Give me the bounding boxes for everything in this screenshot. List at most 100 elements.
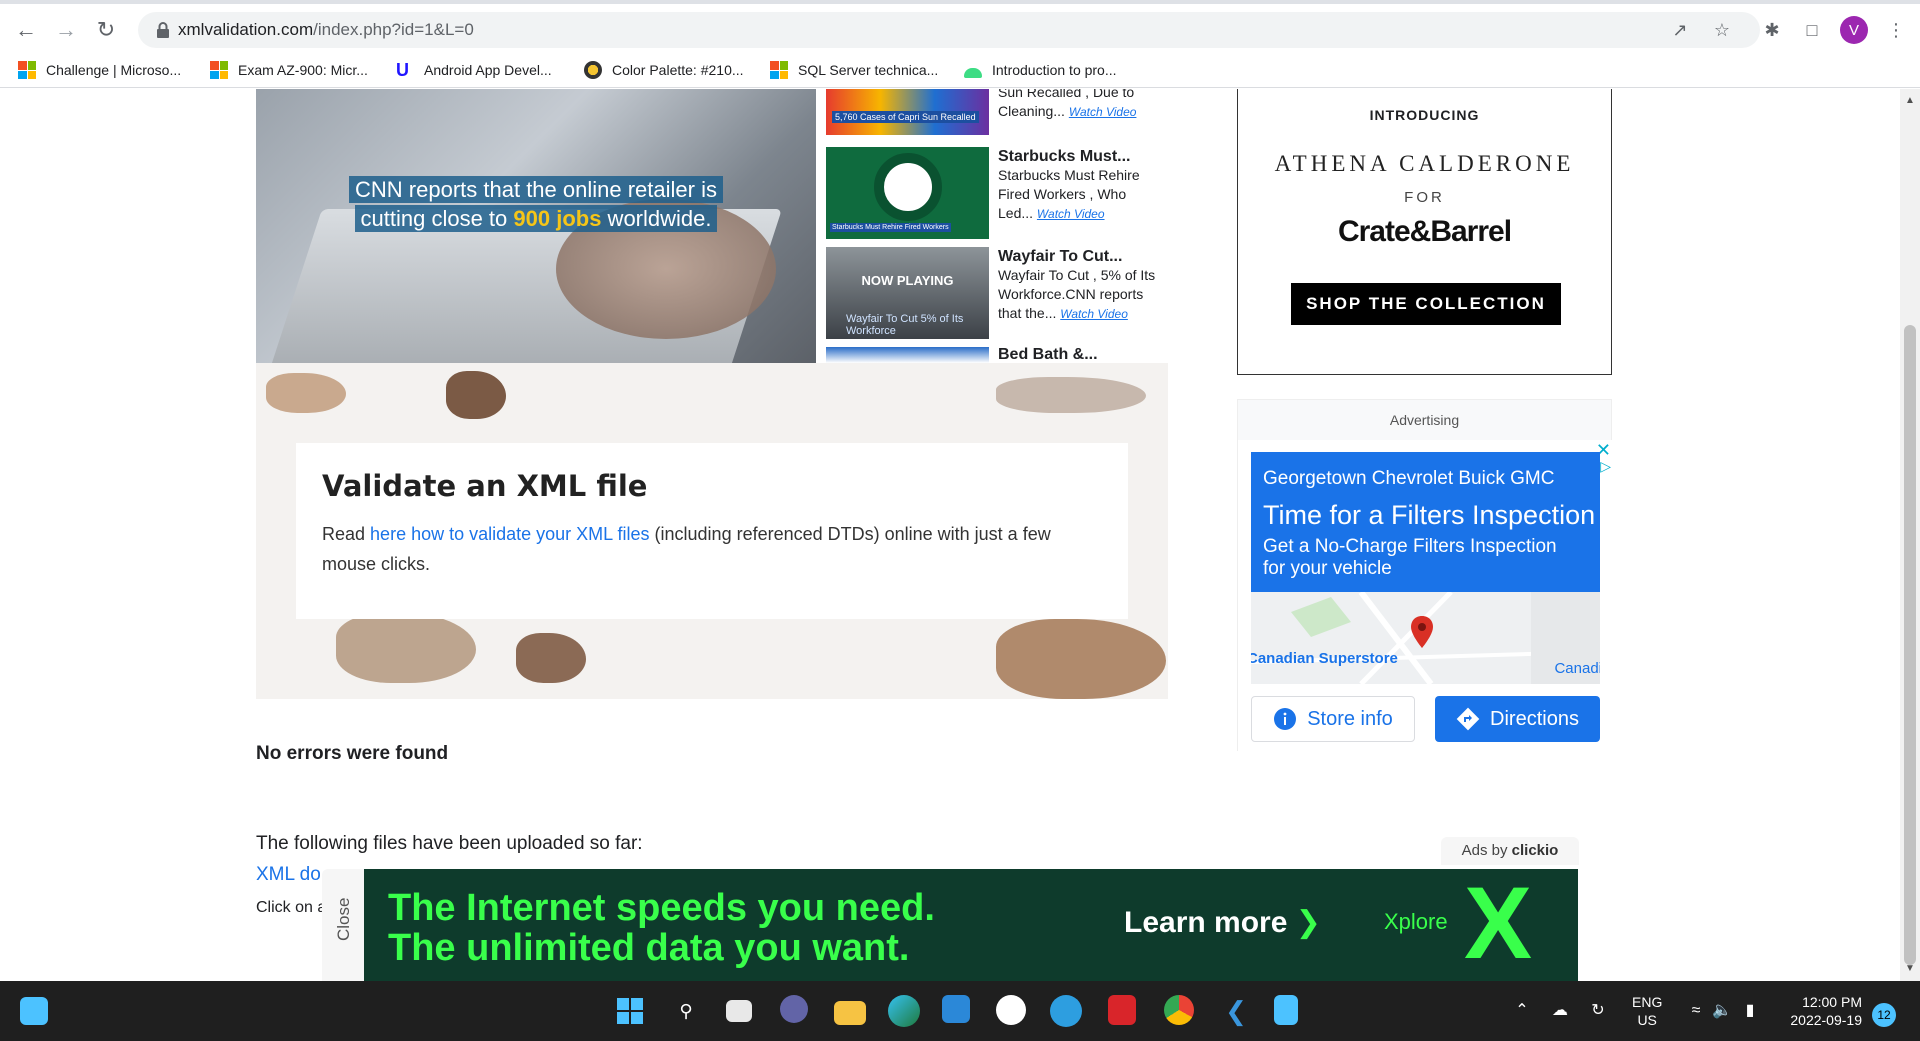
- app-icon[interactable]: [996, 995, 1026, 1025]
- chrome-icon[interactable]: [1164, 995, 1194, 1025]
- ad-description: Get a No-Charge Filters Inspection for y…: [1263, 536, 1557, 579]
- watch-video-link[interactable]: Watch Video: [1037, 207, 1105, 221]
- close-ad-button[interactable]: Close: [322, 869, 364, 981]
- watch-video-link[interactable]: Watch Video: [1060, 307, 1128, 321]
- learn-more-button[interactable]: Learn more ❯: [1124, 905, 1321, 940]
- notification-badge[interactable]: 12: [1872, 1003, 1896, 1027]
- playlist-text: Bed Bath &...: [998, 347, 1098, 363]
- microsoft-icon: [210, 61, 228, 79]
- back-icon[interactable]: ←: [10, 14, 42, 46]
- mcafee-icon[interactable]: [1108, 995, 1136, 1025]
- info-icon: [1274, 708, 1297, 730]
- page-title: Validate an XML file: [322, 469, 648, 503]
- watch-video-link[interactable]: Watch Video: [1069, 105, 1137, 119]
- profile-avatar[interactable]: V: [1840, 16, 1868, 44]
- decor-blob: [996, 619, 1166, 699]
- help-icon[interactable]: [1050, 995, 1082, 1027]
- ad-headline: Time for a Filters Inspection: [1263, 500, 1596, 530]
- xplore-logo: Xplore: [1384, 909, 1448, 934]
- close-label: Close: [334, 897, 353, 941]
- bookmark-item[interactable]: Color Palette: #210...: [584, 58, 744, 82]
- now-playing-label: NOW PLAYING: [861, 273, 954, 288]
- start-icon[interactable]: [614, 995, 646, 1027]
- playlist-item[interactable]: Starbucks Must Rehire Fired Workers Star…: [826, 147, 1166, 247]
- caption-line1: CNN reports that the online retailer is: [349, 176, 723, 203]
- map-label: Canadi: [1554, 660, 1600, 677]
- teams-chat-icon[interactable]: [780, 995, 808, 1023]
- bookmark-item[interactable]: Challenge | Microso...: [18, 58, 181, 82]
- bookmark-item[interactable]: Introduction to pro...: [964, 58, 1117, 82]
- reload-icon[interactable]: ↻: [90, 14, 122, 46]
- bookmark-label: Challenge | Microso...: [46, 62, 182, 78]
- page-content: CNN reports that the online retailer is …: [0, 89, 1900, 981]
- ad-map[interactable]: Canadian Superstore Canadi: [1251, 592, 1600, 684]
- how-to-link[interactable]: here how to validate your XML files: [370, 524, 649, 544]
- map-label: Canadian Superstore: [1251, 650, 1398, 667]
- bookmark-item[interactable]: Exam AZ-900: Micr...: [210, 58, 368, 82]
- video-player[interactable]: CNN reports that the online retailer is …: [256, 89, 816, 363]
- extensions-icon[interactable]: ✱: [1758, 16, 1786, 44]
- bookmark-label: Color Palette: #210...: [612, 62, 744, 78]
- directions-button[interactable]: Directions: [1435, 696, 1600, 742]
- gmc-ad-header[interactable]: Georgetown Chevrolet Buick GMC Time for …: [1251, 452, 1600, 592]
- crate-barrel-ad[interactable]: INTRODUCING ATHENA CALDERONE FOR Crate&B…: [1237, 89, 1612, 375]
- battery-icon[interactable]: ▮: [1738, 999, 1762, 1023]
- store-info-button[interactable]: Store info: [1251, 696, 1415, 742]
- xplore-banner-ad[interactable]: The Internet speeds you need. The unlimi…: [364, 869, 1578, 981]
- onedrive-icon[interactable]: ☁: [1548, 999, 1572, 1023]
- scroll-down-icon[interactable]: ▼: [1904, 963, 1916, 975]
- hero-section: Validate an XML file Read here how to va…: [256, 363, 1168, 699]
- udacity-icon: U: [396, 60, 409, 80]
- xml-document-link[interactable]: XML do: [256, 864, 321, 886]
- file-explorer-icon[interactable]: [834, 1001, 866, 1025]
- shop-collection-button[interactable]: SHOP THE COLLECTION: [1291, 283, 1561, 325]
- uploaded-files-label: The following files have been uploaded s…: [256, 833, 643, 854]
- volume-icon[interactable]: 🔈: [1710, 999, 1734, 1023]
- ad-choices-icon[interactable]: ▷: [1600, 458, 1611, 475]
- map-pin-icon: [1411, 616, 1433, 648]
- playlist-item[interactable]: Bed Bath &...: [826, 347, 1166, 363]
- share-icon[interactable]: ↗: [1668, 18, 1692, 42]
- edge-icon[interactable]: [888, 995, 920, 1027]
- playlist-item[interactable]: NOW PLAYING Wayfair To Cut 5% of Its Wor…: [826, 247, 1166, 347]
- task-view-icon[interactable]: [726, 1000, 752, 1022]
- gmc-ad: Advertising ✕ ▷ Georgetown Chevrolet Bui…: [1237, 399, 1613, 752]
- microsoft-icon: [770, 61, 788, 79]
- menu-icon[interactable]: ⋮: [1882, 16, 1910, 44]
- store-info-label: Store info: [1307, 707, 1393, 730]
- scroll-thumb[interactable]: [1904, 325, 1916, 965]
- bookmark-item[interactable]: SQL Server technica...: [770, 58, 938, 82]
- vscode-icon[interactable]: ❮: [1220, 995, 1252, 1027]
- store-icon[interactable]: [942, 995, 970, 1023]
- intro-text: Read here how to validate your XML files…: [322, 524, 1051, 574]
- bookmark-label: Exam AZ-900: Micr...: [238, 62, 368, 78]
- forward-icon[interactable]: →: [50, 14, 82, 46]
- bookmark-label: Android App Devel...: [424, 62, 552, 78]
- lock-icon: [157, 22, 169, 38]
- page-scrollbar[interactable]: ▲ ▼: [1900, 89, 1920, 981]
- starbucks-logo-icon: [874, 153, 942, 221]
- gmc-ad-body[interactable]: ✕ ▷ Georgetown Chevrolet Buick GMC Time …: [1238, 440, 1613, 752]
- search-icon[interactable]: ⚲: [670, 995, 702, 1027]
- notepad-icon[interactable]: [1274, 995, 1298, 1025]
- caption-line2: cutting close to 900 jobs worldwide.: [354, 205, 718, 232]
- widgets-icon[interactable]: [20, 997, 48, 1025]
- bookmark-star-icon[interactable]: ☆: [1710, 18, 1734, 42]
- ad-introducing: INTRODUCING: [1369, 107, 1480, 123]
- ads-by-label: Ads by clickio: [1441, 837, 1579, 865]
- wifi-icon[interactable]: ≈: [1684, 999, 1708, 1023]
- bookmark-item[interactable]: U Android App Devel...: [396, 58, 552, 82]
- language-indicator[interactable]: ENG US: [1632, 993, 1662, 1029]
- sync-icon[interactable]: ↻: [1586, 999, 1610, 1023]
- browser-toolbar: ← → ↻ xmlvalidation.com/index.php?id=1&L…: [0, 0, 1920, 52]
- microsoft-icon: [18, 61, 36, 79]
- bookmarks-bar: Challenge | Microso... Exam AZ-900: Micr…: [0, 52, 1920, 88]
- chevron-up-icon[interactable]: ⌃: [1510, 999, 1534, 1023]
- side-panel-icon[interactable]: □: [1798, 16, 1826, 44]
- clock[interactable]: 12:00 PM 2022-09-19: [1782, 993, 1862, 1029]
- address-bar[interactable]: xmlvalidation.com/index.php?id=1&L=0 ↗ ☆: [138, 12, 1760, 48]
- video-caption: CNN reports that the online retailer is …: [326, 175, 746, 233]
- validation-result: No errors were found: [256, 743, 449, 764]
- directions-label: Directions: [1490, 707, 1579, 730]
- scroll-up-icon[interactable]: ▲: [1904, 95, 1916, 107]
